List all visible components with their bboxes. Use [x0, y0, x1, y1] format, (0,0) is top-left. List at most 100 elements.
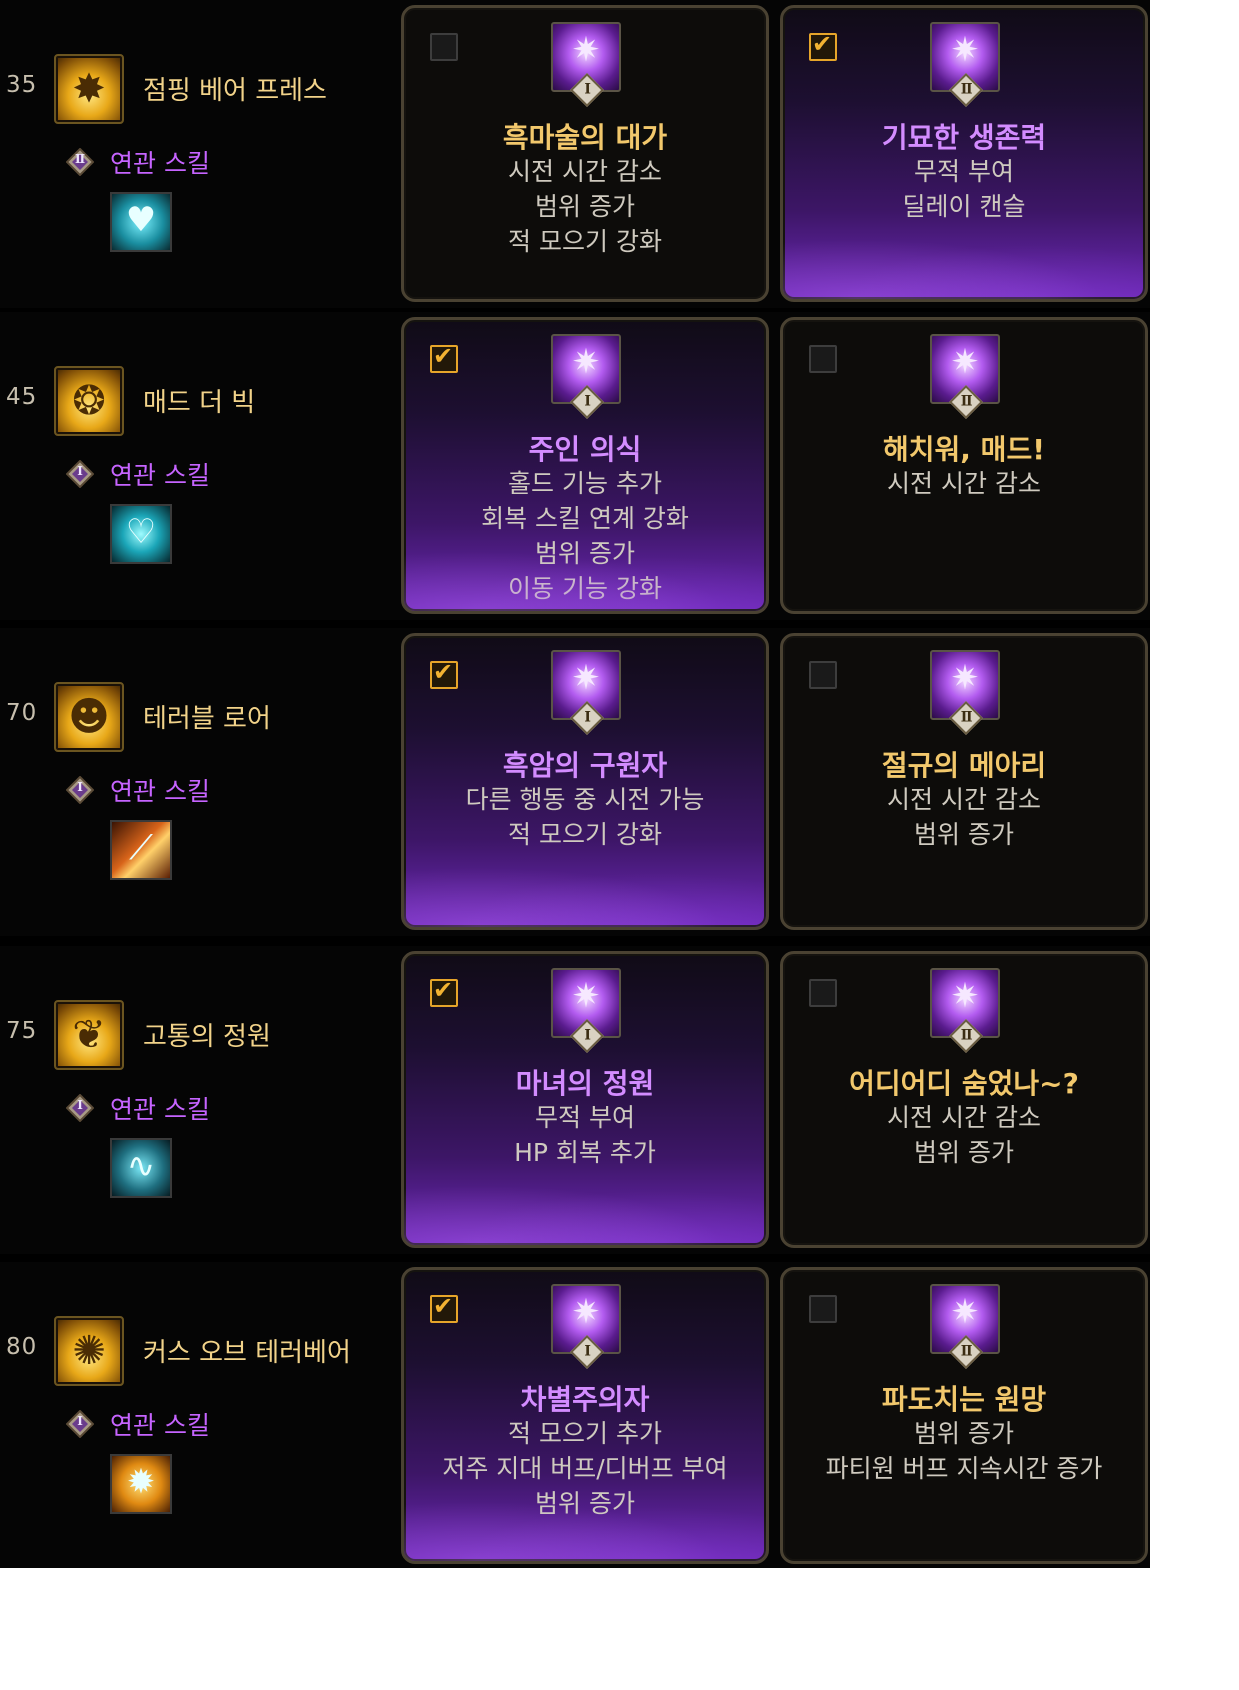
- tripod-effects: 무적 부여 딜레이 캔슬: [783, 154, 1145, 224]
- skill-row: 45 ❂ 매드 더 빅 Ⅰ 연관 스킬 ♡ ✔ ✷ Ⅰ 주인 의식 홀드 기능 추가 회복 스킬 연계…: [0, 312, 1150, 620]
- related-rank: Ⅰ: [77, 780, 83, 794]
- tripod-rune-icon: ✷ Ⅱ: [930, 650, 1000, 735]
- checkmark-icon: ✔: [433, 658, 454, 686]
- tripod-effect-line: 범위 증가: [914, 820, 1014, 849]
- checkmark-icon: ✔: [433, 342, 454, 370]
- tripod-checkbox[interactable]: [430, 33, 458, 61]
- related-skill-label: 연관 스킬: [110, 1411, 210, 1440]
- skill-icon[interactable]: ☻: [54, 682, 124, 752]
- hearts-icon: ♥: [125, 200, 157, 240]
- tripod-effects: 무적 부여 HP 회복 추가: [404, 1100, 766, 1170]
- tripod-card-1[interactable]: ✷ Ⅰ 흑마술의 대가 시전 시간 감소 범위 증가 적 모으기 강화: [401, 5, 769, 302]
- related-skill-label: 연관 스킬: [110, 461, 210, 490]
- tripod-effect-line: 저주 지대 버프/디버프 부여: [442, 1454, 728, 1483]
- skill-name: 매드 더 빅: [143, 388, 256, 418]
- tripod-effect-line: 홀드 기능 추가: [508, 469, 662, 498]
- tripod-effect-line: 시전 시간 감소: [887, 1103, 1041, 1132]
- rune-art-icon: ✷: [950, 976, 980, 1016]
- related-skill-icon[interactable]: ⟋: [110, 820, 172, 880]
- rank-numeral-badge: Ⅱ: [949, 701, 983, 735]
- tripod-rune-icon: ✷ Ⅰ: [551, 968, 621, 1053]
- skill-icon[interactable]: ❂: [54, 366, 124, 436]
- related-skill-label: 연관 스킬: [110, 777, 210, 806]
- related-rank: Ⅰ: [77, 464, 83, 478]
- tripod-card-1[interactable]: ✔ ✷ Ⅰ 차별주의자 적 모으기 추가 저주 지대 버프/디버프 부여 범위 증가: [401, 1267, 769, 1564]
- related-skill-icon[interactable]: ∿: [110, 1138, 172, 1198]
- tripod-checkbox[interactable]: ✔: [430, 342, 458, 373]
- tripod-title: 어디어디 숨었나~?: [849, 1067, 1079, 1100]
- rank-numeral: Ⅰ: [584, 1027, 591, 1044]
- tripod-title: 주인 의식: [528, 433, 642, 466]
- related-rank-badge: Ⅰ: [65, 775, 95, 805]
- tripod-checkbox[interactable]: ✔: [430, 976, 458, 1007]
- tripod-card-1[interactable]: ✔ ✷ Ⅰ 주인 의식 홀드 기능 추가 회복 스킬 연계 강화 범위 증가 이동 기능 강화: [401, 317, 769, 614]
- rank-numeral-badge: Ⅱ: [949, 73, 983, 107]
- tripod-card-2[interactable]: ✷ Ⅱ 절규의 메아리 시전 시간 감소 범위 증가: [780, 633, 1148, 930]
- rune-art-icon: ✷: [950, 30, 980, 70]
- related-skill-icon[interactable]: ♡: [110, 504, 172, 564]
- tripod-rune-icon: ✷ Ⅰ: [551, 334, 621, 419]
- tripod-effects: 범위 증가 파티원 버프 지속시간 증가: [783, 1416, 1145, 1486]
- skill-icon[interactable]: ❦: [54, 1000, 124, 1070]
- tripod-title: 차별주의자: [520, 1383, 650, 1416]
- tripod-rune-icon: ✷ Ⅰ: [551, 1284, 621, 1369]
- rank-numeral: Ⅱ: [960, 1027, 973, 1044]
- skill-icon[interactable]: ✺: [54, 1316, 124, 1386]
- rune-art-icon: ✷: [571, 30, 601, 70]
- roaring-bear-icon: ☻: [68, 694, 110, 740]
- tripod-card-2[interactable]: ✷ Ⅱ 어디어디 숨었나~? 시전 시간 감소 범위 증가: [780, 951, 1148, 1248]
- tripod-effect-line: 적 모으기 추가: [508, 1419, 662, 1448]
- tripod-effects: 적 모으기 추가 저주 지대 버프/디버프 부여 범위 증가: [404, 1416, 766, 1521]
- tripod-effects: 다른 행동 중 시전 가능 적 모으기 강화: [404, 782, 766, 852]
- related-rank: Ⅱ: [74, 152, 86, 166]
- tripod-checkbox[interactable]: [809, 345, 837, 373]
- rank-numeral: Ⅱ: [960, 81, 973, 98]
- tripod-checkbox[interactable]: ✔: [430, 658, 458, 689]
- skill-level: 80: [6, 1334, 38, 1360]
- tripod-effects: 시전 시간 감소 범위 증가: [783, 782, 1145, 852]
- rune-art-icon: ✷: [571, 976, 601, 1016]
- tripod-checkbox[interactable]: [809, 1295, 837, 1323]
- tripod-checkbox[interactable]: [809, 661, 837, 689]
- tripod-rune-icon: ✷ Ⅱ: [930, 1284, 1000, 1369]
- tripod-card-1[interactable]: ✔ ✷ Ⅰ 마녀의 정원 무적 부여 HP 회복 추가: [401, 951, 769, 1248]
- rank-numeral-badge: Ⅰ: [570, 1019, 604, 1053]
- tripod-checkbox[interactable]: ✔: [809, 30, 837, 61]
- skill-level: 45: [6, 384, 38, 410]
- checkmark-icon: ✔: [812, 30, 833, 58]
- tripod-checkbox[interactable]: [809, 979, 837, 1007]
- tripod-card-2[interactable]: ✷ Ⅱ 해치워, 매드! 시전 시간 감소: [780, 317, 1148, 614]
- related-skill-icon[interactable]: ✹: [110, 1454, 172, 1514]
- tripod-effect-line: 파티원 버프 지속시간 증가: [825, 1454, 1103, 1483]
- tripod-rune-icon: ✷ Ⅱ: [930, 22, 1000, 107]
- related-rank-badge: Ⅰ: [65, 1409, 95, 1439]
- tripod-title: 해치워, 매드!: [883, 433, 1045, 466]
- rank-numeral-badge: Ⅱ: [949, 1335, 983, 1369]
- related-rank-badge: Ⅰ: [65, 1093, 95, 1123]
- rune-art-icon: ✷: [950, 1292, 980, 1332]
- skill-level: 35: [6, 72, 38, 98]
- tripod-title: 파도치는 원망: [881, 1383, 1047, 1416]
- tripod-effects: 시전 시간 감소: [783, 466, 1145, 501]
- tripod-card-1[interactable]: ✔ ✷ Ⅰ 흑암의 구원자 다른 행동 중 시전 가능 적 모으기 강화: [401, 633, 769, 930]
- tripod-effect-line: 무적 부여: [535, 1103, 635, 1132]
- rank-numeral: Ⅱ: [960, 709, 973, 726]
- tripod-effect-line: 범위 증가: [535, 539, 635, 568]
- tripod-card-2[interactable]: ✷ Ⅱ 파도치는 원망 범위 증가 파티원 버프 지속시간 증가: [780, 1267, 1148, 1564]
- related-rank-badge: Ⅱ: [65, 147, 95, 177]
- related-skill-label: 연관 스킬: [110, 149, 210, 178]
- tripod-title: 흑암의 구원자: [502, 749, 668, 782]
- tripod-title: 절규의 메아리: [881, 749, 1047, 782]
- tripod-effects: 시전 시간 감소 범위 증가: [783, 1100, 1145, 1170]
- rank-numeral: Ⅱ: [960, 393, 973, 410]
- tripod-effects: 시전 시간 감소 범위 증가 적 모으기 강화: [404, 154, 766, 259]
- related-rank: Ⅰ: [77, 1414, 83, 1428]
- tripod-effect-line: HP 회복 추가: [514, 1138, 656, 1167]
- related-skill-icon[interactable]: ♥: [110, 192, 172, 252]
- tripod-card-2[interactable]: ✔ ✷ Ⅱ 기묘한 생존력 무적 부여 딜레이 캔슬: [780, 5, 1148, 302]
- tripod-rune-icon: ✷ Ⅱ: [930, 968, 1000, 1053]
- rune-art-icon: ✷: [950, 342, 980, 382]
- tripod-title: 기묘한 생존력: [881, 121, 1047, 154]
- skill-icon[interactable]: ✸: [54, 54, 124, 124]
- tripod-checkbox[interactable]: ✔: [430, 1292, 458, 1323]
